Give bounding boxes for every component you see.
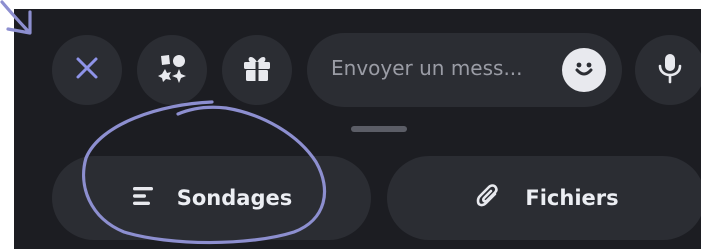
close-button[interactable] (52, 35, 122, 105)
apps-button[interactable] (137, 35, 207, 105)
emoji-button[interactable] (562, 48, 606, 92)
gift-button[interactable] (222, 35, 292, 105)
polls-button[interactable]: Sondages (52, 156, 371, 240)
microphone-icon (655, 52, 685, 88)
composer-panel: Envoyer un mess... Sondages Fichiers (14, 9, 701, 249)
files-button[interactable]: Fichiers (387, 156, 701, 240)
message-input[interactable]: Envoyer un mess... (307, 33, 622, 107)
apps-icon (156, 52, 188, 88)
polls-icon (131, 184, 155, 212)
close-icon (74, 55, 100, 85)
gift-icon (241, 52, 273, 88)
drag-handle[interactable] (351, 126, 407, 132)
paperclip-icon (473, 181, 503, 215)
emoji-icon (569, 53, 599, 87)
microphone-button[interactable] (635, 35, 701, 105)
polls-label: Sondages (176, 186, 293, 210)
files-label: Fichiers (525, 186, 619, 210)
message-placeholder: Envoyer un mess... (331, 56, 523, 80)
